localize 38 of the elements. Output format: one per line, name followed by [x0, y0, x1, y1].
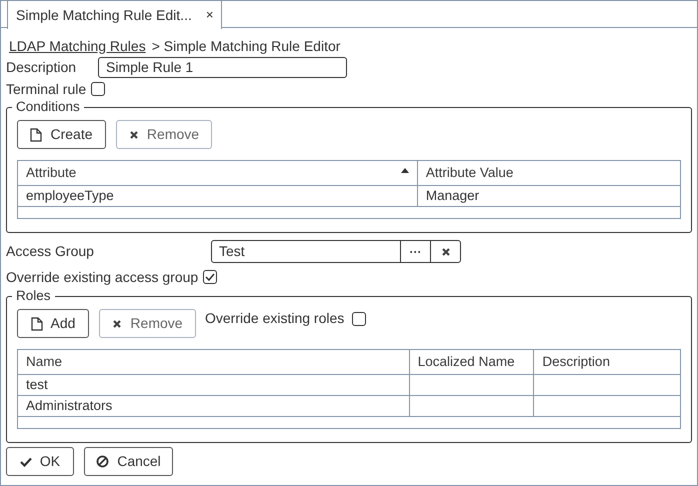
column-header[interactable]: Localized Name [410, 350, 534, 374]
checkbox[interactable] [203, 270, 218, 284]
document-icon [30, 316, 43, 330]
close-icon[interactable]: × [206, 5, 214, 25]
field-label: Description [6, 58, 78, 77]
breadcrumb-link[interactable]: LDAP Matching Rules [9, 36, 146, 56]
checkbox-label: Override existing access group [6, 268, 198, 287]
create-button[interactable]: Create [17, 120, 106, 149]
checkbox-label: Terminal rule [6, 80, 86, 98]
create-button[interactable]: Add [17, 309, 89, 338]
document-icon [30, 128, 42, 142]
browse-button[interactable]: ··· [401, 241, 431, 262]
cancel-button[interactable]: Cancel [84, 447, 173, 476]
column-header[interactable]: Description [534, 350, 680, 374]
input-field[interactable]: Test [212, 241, 401, 262]
tab[interactable]: Simple Matching Rule Edit... × [7, 1, 222, 29]
column-header[interactable]: Attribute Value [418, 161, 680, 185]
table-cell: Administrators [18, 396, 410, 416]
close-icon [128, 130, 139, 140]
column-header[interactable]: Name [18, 350, 410, 374]
sort-up-icon [400, 168, 409, 173]
close-icon [440, 246, 450, 256]
close-icon [112, 318, 122, 328]
check-icon [20, 456, 32, 466]
field-label: Access Group [6, 242, 95, 261]
table-cell-text: Manager [424, 186, 480, 205]
breadcrumb-current: > Simple Matching Rule Editor [152, 36, 340, 56]
table-cell: employeeType [18, 186, 418, 206]
group-title: Roles [15, 288, 52, 304]
input-field[interactable]: Simple Rule 1 [98, 57, 347, 78]
column-header[interactable]: Attribute [18, 161, 418, 185]
ok-button[interactable]: OK [6, 447, 74, 476]
group-title: Conditions [15, 99, 81, 115]
checkbox[interactable] [352, 312, 366, 326]
cancel-icon [96, 455, 110, 468]
checkbox-label: Override existing roles [205, 309, 344, 328]
checkbox[interactable] [91, 82, 106, 96]
table-cell: test [18, 375, 410, 395]
